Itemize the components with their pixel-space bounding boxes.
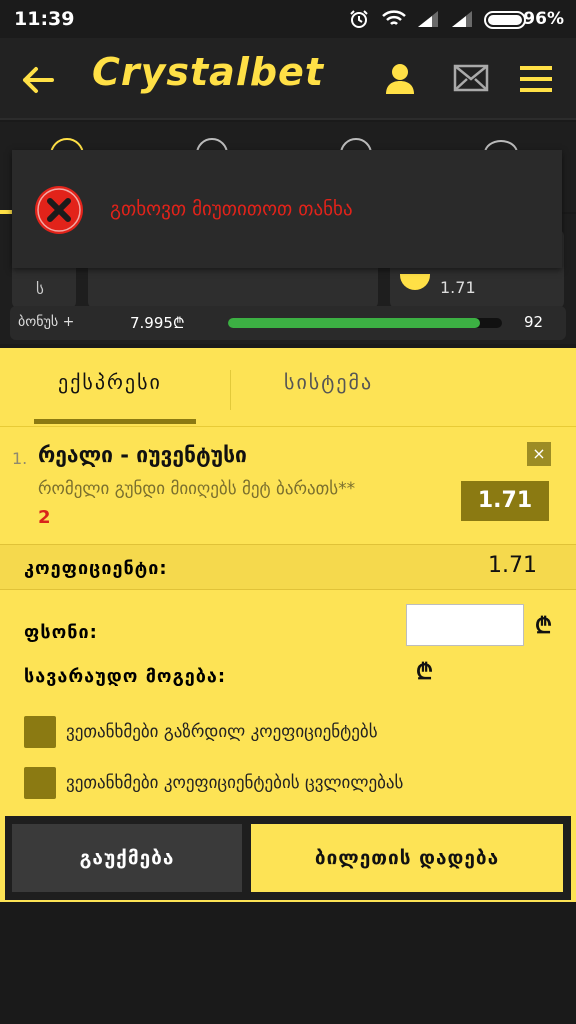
signal-icon-2 bbox=[450, 9, 476, 33]
bet-slip-panel: ექსპრესი სისტემა 1. რეალი - იუვენტუსი რო… bbox=[0, 348, 576, 902]
status-time: 11:39 bbox=[14, 8, 75, 30]
action-bar: გაუქმება ბილეთის დადება bbox=[5, 816, 571, 900]
alarm-icon bbox=[349, 9, 369, 33]
ball-icon bbox=[400, 274, 430, 290]
app-header: Crystalbet bbox=[0, 38, 576, 120]
tab-system[interactable]: სისტემა bbox=[284, 370, 373, 394]
selection-odd: 1.71 bbox=[461, 481, 549, 521]
checkbox[interactable] bbox=[24, 716, 56, 748]
wifi-icon bbox=[381, 9, 407, 33]
option-accept-changes[interactable]: ვეთანხმები კოეფიციენტების ცვლილებას bbox=[24, 767, 544, 801]
toast-message: გთხოვთ მიუთითოთ თანხა bbox=[110, 198, 353, 220]
stake-input[interactable] bbox=[406, 604, 524, 646]
checkbox[interactable] bbox=[24, 767, 56, 799]
tab-express[interactable]: ექსპრესი bbox=[58, 370, 162, 394]
bonus-count: 92 bbox=[524, 313, 544, 331]
user-icon[interactable] bbox=[384, 62, 416, 100]
bonus-amount: 7.995₾ bbox=[130, 314, 185, 332]
error-toast: გთხოვთ მიუთითოთ თანხა bbox=[12, 150, 562, 268]
error-icon bbox=[34, 185, 84, 239]
ghost-odd: 1.71 bbox=[440, 278, 476, 297]
coefficient-label: კოეფიციენტი: bbox=[24, 558, 168, 579]
bonus-label: ბონუს + bbox=[18, 314, 75, 330]
win-currency-icon: ₾ bbox=[416, 660, 433, 685]
menu-icon[interactable] bbox=[518, 64, 554, 98]
logo-crystal: Crystal bbox=[92, 50, 250, 94]
remove-selection-button[interactable]: × bbox=[527, 442, 551, 466]
coefficient-value: 1.71 bbox=[488, 553, 537, 578]
selection-pick: 2 bbox=[38, 507, 51, 528]
mail-icon[interactable] bbox=[453, 64, 489, 96]
back-arrow-icon[interactable] bbox=[22, 66, 54, 98]
ghost-card-label: ს bbox=[36, 280, 44, 298]
selection-index: 1. bbox=[12, 449, 28, 468]
option-label: ვეთანხმები გაზრდილ კოეფიციენტებს bbox=[66, 722, 378, 742]
tab-divider bbox=[230, 370, 231, 410]
status-bar: 11:39 96% bbox=[0, 0, 576, 38]
signal-icon-1 bbox=[416, 9, 442, 33]
crystalbet-logo: Crystalbet bbox=[92, 50, 324, 94]
bet-selection: 1. რეალი - იუვენტუსი რომელი გუნდი მიიღებ… bbox=[0, 426, 576, 544]
logo-bet: bet bbox=[249, 50, 324, 94]
selection-title: რეალი - იუვენტუსი bbox=[38, 443, 247, 467]
option-accept-increased[interactable]: ვეთანხმები გაზრდილ კოეფიციენტებს bbox=[24, 716, 544, 750]
cancel-button[interactable]: გაუქმება bbox=[12, 824, 242, 892]
bet-type-tabs: ექსპრესი სისტემა bbox=[0, 348, 576, 424]
battery-percentage: 96% bbox=[523, 9, 564, 29]
place-bet-button[interactable]: ბილეთის დადება bbox=[251, 824, 563, 892]
active-tab-indicator bbox=[34, 419, 196, 424]
stake-label: ფსონი: bbox=[24, 622, 98, 643]
option-label: ვეთანხმები კოეფიციენტების ცვლილებას bbox=[66, 773, 404, 793]
stake-currency-icon: ₾ bbox=[535, 614, 552, 639]
bonus-progress-fill bbox=[228, 318, 481, 328]
bonus-bar: ბონუს + 7.995₾ 92 bbox=[10, 306, 566, 340]
selection-market: რომელი გუნდი მიიღებს მეტ ბარათს** bbox=[38, 479, 356, 499]
coefficient-row: კოეფიციენტი: 1.71 bbox=[0, 544, 576, 590]
potential-win-label: სავარაუდო მოგება: bbox=[24, 666, 227, 687]
bonus-progress-track bbox=[228, 318, 502, 328]
